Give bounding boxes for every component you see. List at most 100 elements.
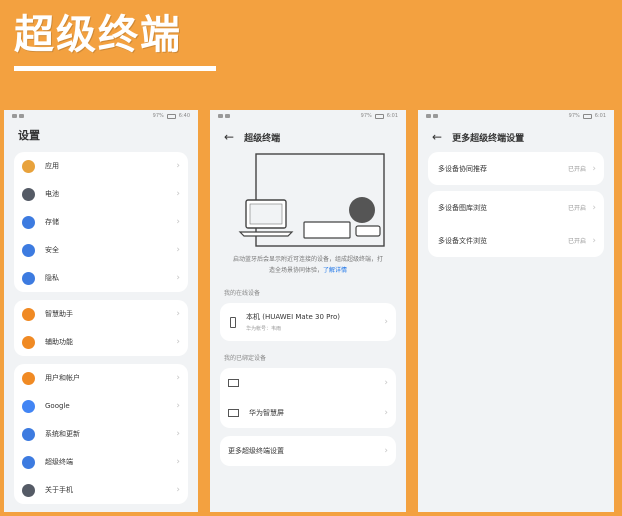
shield-icon	[22, 243, 35, 257]
settings-item[interactable]: 辅助功能 ›	[14, 328, 188, 356]
accessibility-icon	[22, 335, 35, 349]
settings-group-1: 应用 › 电池 › 存储 › 安全 › 隐私 ›	[14, 152, 188, 292]
chevron-right-icon: ›	[384, 317, 388, 327]
signal-icon	[218, 114, 223, 118]
settings-item[interactable]: 存储 ›	[14, 208, 188, 236]
this-device-row[interactable]: 本机 (HUAWEI Mate 30 Pro) 华为帐号：韦雨 ›	[220, 303, 396, 341]
settings-item[interactable]: 系统和更新 ›	[14, 420, 188, 448]
banner-title: 超级终端	[14, 12, 182, 58]
intro-note: 启动蓝牙后会显示附近可连接的设备，组成超级终端，打造全场景协同体验，了解详情	[232, 256, 383, 274]
tv-icon	[228, 409, 239, 417]
wifi-icon	[225, 114, 230, 118]
battery-percent: 97%	[360, 113, 372, 119]
setting-row-recommend[interactable]: 多设备协同推荐 已开启 ›	[428, 152, 604, 185]
status-bar: 97% 6:01	[418, 110, 614, 122]
phone-icon	[355, 225, 381, 237]
device-account: 华为帐号：韦雨	[246, 326, 282, 332]
settings-item-label: 安全	[45, 246, 59, 254]
status-bar: 97% 6:40	[4, 110, 198, 122]
chevron-right-icon: ›	[176, 457, 180, 467]
setting-status: 已开启	[567, 205, 586, 212]
back-arrow-icon[interactable]: ←	[224, 131, 234, 143]
status-bar: 97% 6:01	[210, 110, 406, 122]
assistant-icon	[22, 307, 35, 321]
signal-icon	[426, 114, 431, 118]
settings-item[interactable]: 关于手机 ›	[14, 476, 188, 504]
bound-device-name: 华为智慧屏	[249, 409, 284, 417]
chevron-right-icon: ›	[384, 446, 388, 456]
chevron-right-icon: ›	[176, 429, 180, 439]
wifi-icon	[19, 114, 24, 118]
settings-item[interactable]: 用户和帐户 ›	[14, 364, 188, 392]
settings-group-3: 用户和帐户 › Google › 系统和更新 › 超级终端 › 关于手机 ›	[14, 364, 188, 504]
setting-status: 已开启	[567, 238, 586, 245]
chevron-right-icon: ›	[176, 161, 180, 171]
wifi-icon	[433, 114, 438, 118]
clock: 6:40	[178, 113, 190, 119]
chevron-right-icon: ›	[176, 401, 180, 411]
setting-label: 多设备图库浏览	[438, 203, 487, 212]
monitor-icon	[228, 379, 239, 387]
user-icon	[22, 371, 35, 385]
settings-item[interactable]: 隐私 ›	[14, 264, 188, 292]
battery-icon	[582, 113, 592, 119]
setting-row-files[interactable]: 多设备文件浏览 已开启 ›	[428, 224, 604, 257]
settings-item[interactable]: 安全 ›	[14, 236, 188, 264]
chevron-right-icon: ›	[176, 485, 180, 495]
device-name: 本机 (HUAWEI Mate 30 Pro)	[246, 313, 340, 321]
google-icon	[22, 399, 35, 413]
more-settings-label: 更多超级终端设置	[228, 447, 284, 455]
bound-device-row[interactable]: ›	[220, 368, 396, 398]
settings-item-label: Google	[45, 402, 70, 410]
battery-icon	[374, 113, 384, 119]
signal-icon	[12, 114, 17, 118]
chevron-right-icon: ›	[176, 189, 180, 199]
page-title: 超级终端	[244, 133, 281, 144]
chevron-right-icon: ›	[592, 235, 596, 246]
settings-item-label: 用户和帐户	[45, 374, 80, 382]
page-title: 设置	[18, 129, 40, 142]
setting-status: 已开启	[567, 166, 586, 173]
settings-item-label: 超级终端	[45, 458, 73, 466]
settings-item-label: 应用	[45, 162, 59, 170]
settings-item-label: 智慧助手	[45, 310, 73, 318]
my-devices-label: 我的在线设备	[224, 290, 261, 297]
settings-group-2: 智慧助手 › 辅助功能 ›	[14, 300, 188, 356]
more-settings-screen: 97% 6:01 ← 更多超级终端设置 多设备协同推荐 已开启 › 多设备图库浏览…	[418, 110, 614, 512]
settings-item[interactable]: 电池 ›	[14, 180, 188, 208]
chevron-right-icon: ›	[176, 217, 180, 227]
bound-device-row[interactable]: 华为智慧屏 ›	[220, 398, 396, 428]
battery-percent: 97%	[152, 113, 164, 119]
settings-item[interactable]: 智慧助手 ›	[14, 300, 188, 328]
settings-screen: 97% 6:40 设置 应用 › 电池 › 存储 › 安全 › 隐私 › 智慧助手 › 辅助功能 › 用户…	[4, 110, 198, 512]
speaker-icon	[349, 197, 375, 223]
chevron-right-icon: ›	[176, 245, 180, 255]
super-device-icon	[22, 455, 35, 469]
learn-more-link[interactable]: 了解详情	[323, 267, 347, 274]
chevron-right-icon: ›	[176, 373, 180, 383]
settings-item-label: 辅助功能	[45, 338, 73, 346]
battery-icon	[166, 113, 176, 119]
back-arrow-icon[interactable]: ←	[432, 131, 442, 143]
chevron-right-icon: ›	[176, 337, 180, 347]
chevron-right-icon: ›	[384, 378, 388, 388]
chevron-right-icon: ›	[592, 202, 596, 213]
devices-illustration	[238, 153, 385, 247]
privacy-icon	[22, 271, 35, 285]
battery-icon	[22, 187, 35, 201]
chevron-right-icon: ›	[176, 309, 180, 319]
super-device-screen: 97% 6:01 ← 超级终端 启动蓝牙后会显示附近可连接的设备，组成超级终端，打…	[210, 110, 406, 512]
settings-item-label: 电池	[45, 190, 59, 198]
bound-devices-label: 我的已绑定设备	[224, 355, 267, 362]
chevron-right-icon: ›	[384, 408, 388, 418]
settings-item-label: 存储	[45, 218, 59, 226]
setting-label: 多设备协同推荐	[438, 164, 487, 173]
more-settings-row[interactable]: 更多超级终端设置 ›	[220, 436, 396, 466]
setting-label: 多设备文件浏览	[438, 236, 487, 245]
tablet-icon	[303, 221, 351, 239]
settings-item[interactable]: 应用 ›	[14, 152, 188, 180]
setting-row-gallery[interactable]: 多设备图库浏览 已开启 ›	[428, 191, 604, 224]
apps-icon	[22, 159, 35, 173]
settings-item[interactable]: 超级终端 ›	[14, 448, 188, 476]
settings-item[interactable]: Google ›	[14, 392, 188, 420]
